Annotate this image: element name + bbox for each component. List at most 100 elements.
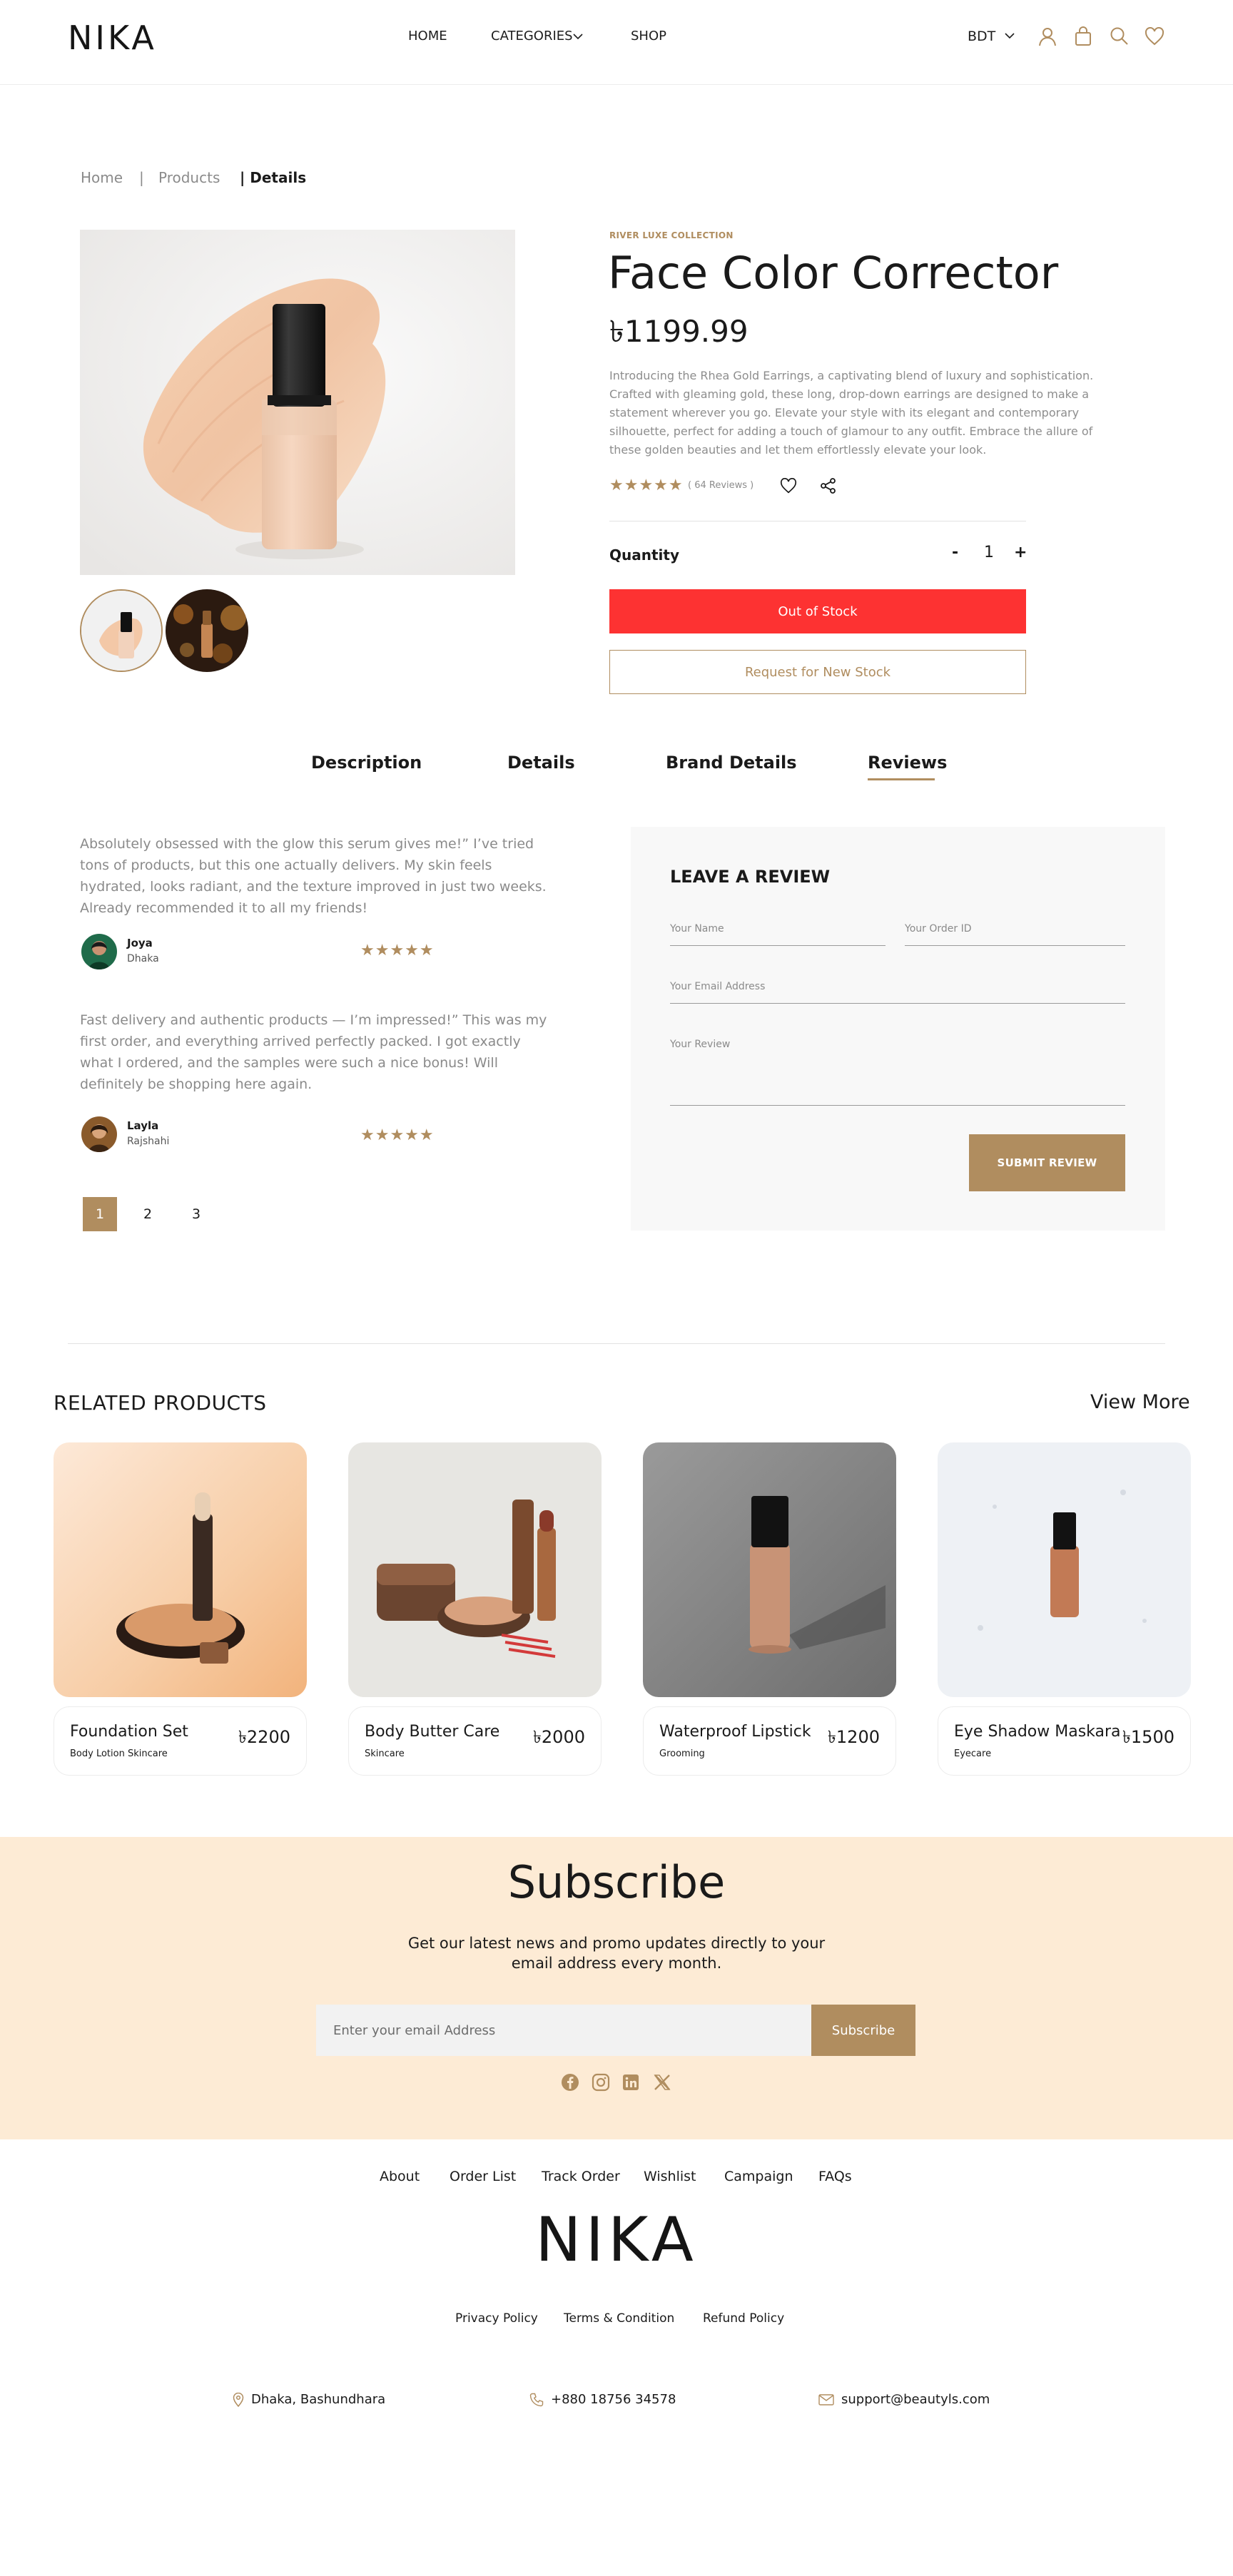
footer-phone[interactable]: +880 18756 34578 bbox=[529, 2392, 676, 2407]
search-icon[interactable] bbox=[1110, 26, 1129, 46]
breadcrumb-products[interactable]: Products bbox=[158, 169, 220, 186]
product-card-category: Eyecare bbox=[954, 1748, 992, 1759]
footer-location-text: Dhaka, Bashundhara bbox=[251, 2392, 386, 2407]
footer-link-wishlist[interactable]: Wishlist bbox=[644, 2169, 696, 2184]
review-stars: ★★★★★ bbox=[360, 942, 435, 959]
instagram-icon[interactable] bbox=[591, 2072, 611, 2092]
reviewer-name: Joya bbox=[127, 937, 153, 950]
product-main-image bbox=[80, 230, 515, 575]
review-text-field[interactable] bbox=[670, 1036, 1125, 1106]
footer-terms[interactable]: Terms & Condition bbox=[564, 2311, 674, 2326]
currency-chevron-icon[interactable] bbox=[1005, 32, 1015, 39]
review-form-title: LEAVE A REVIEW bbox=[670, 867, 831, 887]
product-card-category: Skincare bbox=[365, 1748, 405, 1759]
footer-link-about[interactable]: About bbox=[380, 2169, 420, 2184]
product-title: Face Color Corrector bbox=[608, 247, 1059, 299]
subscribe-title: Subscribe bbox=[507, 1856, 726, 1908]
x-icon[interactable] bbox=[652, 2072, 672, 2092]
nav-home[interactable]: HOME bbox=[408, 29, 447, 44]
product-collection: RIVER LUXE COLLECTION bbox=[609, 230, 734, 240]
site-logo[interactable]: NIKA bbox=[68, 19, 157, 57]
quantity-label: Quantity bbox=[609, 546, 679, 564]
tab-details[interactable]: Details bbox=[507, 753, 575, 773]
reviewer-location: Dhaka bbox=[127, 953, 159, 964]
product-card-image[interactable] bbox=[938, 1442, 1191, 1697]
review-text: Fast delivery and authentic products — I… bbox=[80, 1012, 547, 1092]
subscribe-email-input[interactable] bbox=[316, 2005, 811, 2056]
footer-link-order-list[interactable]: Order List bbox=[450, 2169, 516, 2184]
product-reviews-count[interactable]: ( 64 Reviews ) bbox=[688, 480, 754, 491]
avatar bbox=[81, 1116, 117, 1152]
nav-categories[interactable]: CATEGORIES bbox=[491, 29, 573, 44]
footer-email-text[interactable]: support@beautyls.com bbox=[841, 2392, 990, 2407]
footer-refund-policy[interactable]: Refund Policy bbox=[703, 2311, 784, 2326]
avatar bbox=[81, 934, 117, 969]
facebook-icon[interactable] bbox=[560, 2072, 580, 2092]
review-name-field[interactable] bbox=[670, 920, 886, 946]
currency-select[interactable]: BDT bbox=[968, 29, 995, 44]
breadcrumb-separator: | bbox=[139, 169, 144, 186]
product-thumbnail-2[interactable] bbox=[166, 589, 248, 672]
product-card-price: ৳2200 bbox=[238, 1727, 290, 1747]
footer-phone-text[interactable]: +880 18756 34578 bbox=[551, 2392, 676, 2407]
product-rating-stars: ★★★★★ bbox=[609, 477, 684, 494]
footer-privacy-policy[interactable]: Privacy Policy bbox=[455, 2311, 538, 2326]
submit-review-button[interactable]: SUBMIT REVIEW bbox=[969, 1134, 1125, 1191]
footer-link-track-order[interactable]: Track Order bbox=[542, 2169, 620, 2184]
product-card-name[interactable]: Body Butter Care bbox=[365, 1723, 499, 1741]
share-icon[interactable] bbox=[821, 478, 836, 494]
chevron-down-icon[interactable] bbox=[573, 33, 583, 40]
review-stars: ★★★★★ bbox=[360, 1126, 435, 1144]
product-card-name[interactable]: Waterproof Lipstick bbox=[659, 1723, 811, 1741]
product-card-image[interactable] bbox=[348, 1442, 602, 1697]
product-card-price: ৳2000 bbox=[532, 1727, 585, 1747]
out-of-stock-button[interactable]: Out of Stock bbox=[609, 589, 1026, 633]
product-card-image[interactable] bbox=[54, 1442, 307, 1697]
section-divider bbox=[68, 1343, 1165, 1344]
review-order-id-field[interactable] bbox=[905, 920, 1125, 946]
product-card[interactable]: Eye Shadow Maskara Eyecare ৳1500 bbox=[938, 1706, 1191, 1776]
product-card-price: ৳1200 bbox=[827, 1727, 880, 1747]
product-card-price: ৳1500 bbox=[1122, 1727, 1174, 1747]
footer-logo[interactable]: NIKA bbox=[0, 2204, 1233, 2276]
breadcrumb-home[interactable]: Home bbox=[81, 169, 123, 186]
reviewer-name: Layla bbox=[127, 1119, 159, 1132]
product-card-name[interactable]: Eye Shadow Maskara bbox=[954, 1723, 1121, 1741]
product-card[interactable]: Waterproof Lipstick Grooming ৳1200 bbox=[643, 1706, 896, 1776]
tab-reviews[interactable]: Reviews bbox=[868, 753, 947, 773]
view-more-link[interactable]: View More bbox=[1090, 1391, 1190, 1413]
related-products-title: RELATED PRODUCTS bbox=[54, 1391, 267, 1415]
footer-link-faqs[interactable]: FAQs bbox=[818, 2169, 852, 2184]
location-icon bbox=[233, 2392, 244, 2407]
pagination-page-2[interactable]: 2 bbox=[131, 1197, 165, 1231]
quantity-value: 1 bbox=[984, 544, 994, 561]
footer-email[interactable]: support@beautyls.com bbox=[818, 2392, 990, 2407]
quantity-decrease-button[interactable]: - bbox=[952, 544, 958, 561]
nav-shop[interactable]: SHOP bbox=[631, 29, 666, 44]
tab-description[interactable]: Description bbox=[311, 753, 422, 773]
product-card-image[interactable] bbox=[643, 1442, 896, 1697]
product-card[interactable]: Foundation Set Body Lotion Skincare ৳220… bbox=[54, 1706, 307, 1776]
linkedin-icon[interactable] bbox=[621, 2072, 641, 2092]
product-card[interactable]: Body Butter Care Skincare ৳2000 bbox=[348, 1706, 602, 1776]
user-icon[interactable] bbox=[1038, 26, 1057, 46]
product-card-name[interactable]: Foundation Set bbox=[70, 1723, 188, 1741]
review-email-field[interactable] bbox=[670, 978, 1125, 1004]
product-card-category: Grooming bbox=[659, 1748, 705, 1759]
subscribe-button[interactable]: Subscribe bbox=[811, 2005, 915, 2056]
wishlist-heart-icon[interactable] bbox=[780, 478, 797, 494]
mail-icon bbox=[818, 2393, 834, 2406]
review-text: Absolutely obsessed with the glow this s… bbox=[80, 836, 547, 916]
quantity-increase-button[interactable]: + bbox=[1014, 544, 1027, 561]
pagination-page-3[interactable]: 3 bbox=[179, 1197, 213, 1231]
request-stock-button[interactable]: Request for New Stock bbox=[609, 650, 1026, 694]
product-card-category: Body Lotion Skincare bbox=[70, 1748, 168, 1759]
product-thumbnail-1[interactable] bbox=[80, 589, 163, 672]
product-description: Introducing the Rhea Gold Earrings, a ca… bbox=[609, 369, 1094, 457]
bag-icon[interactable] bbox=[1074, 26, 1092, 46]
footer-link-campaign[interactable]: Campaign bbox=[724, 2169, 793, 2184]
heart-icon[interactable] bbox=[1145, 27, 1164, 46]
tab-brand-details[interactable]: Brand Details bbox=[666, 753, 797, 773]
breadcrumb-details: | Details bbox=[240, 169, 307, 186]
pagination-page-1[interactable]: 1 bbox=[83, 1197, 117, 1231]
